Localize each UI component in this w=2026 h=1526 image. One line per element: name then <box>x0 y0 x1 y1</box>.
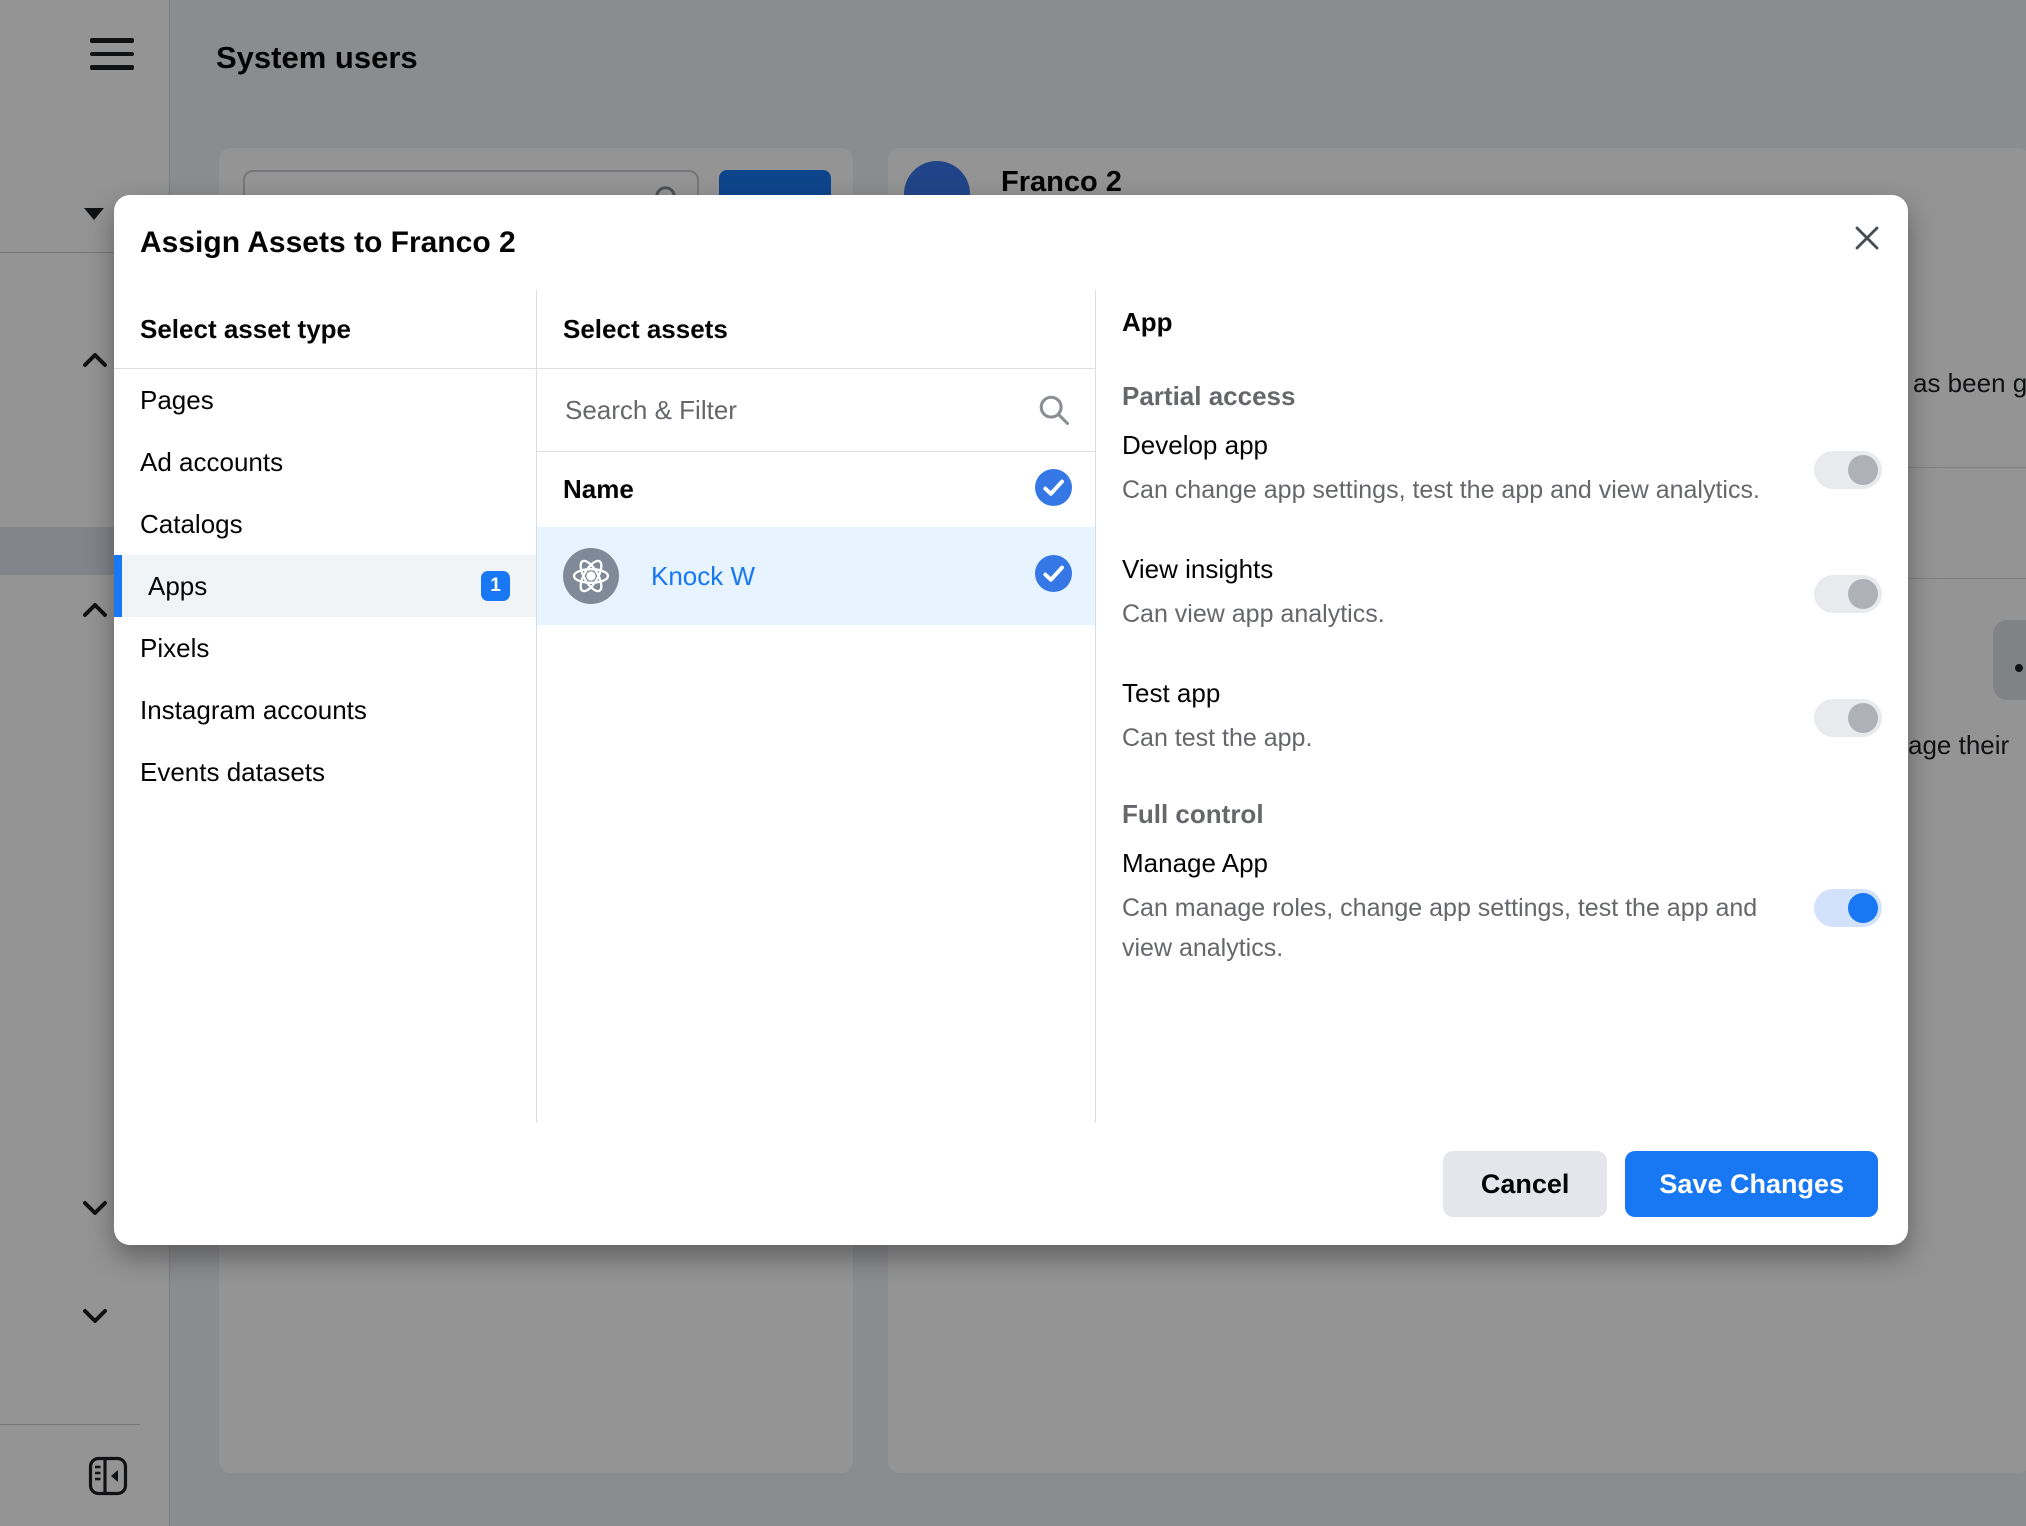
asset-type-item-events-datasets[interactable]: Events datasets <box>114 741 536 803</box>
close-icon[interactable] <box>1850 221 1884 255</box>
toggle-manage-app[interactable] <box>1814 889 1882 927</box>
assets-panel-header: Select assets <box>537 290 1095 369</box>
permission-group-title: Partial access <box>1122 378 1908 414</box>
permission-group-title: Full control <box>1122 796 1908 832</box>
cancel-button[interactable]: Cancel <box>1443 1151 1608 1217</box>
asset-type-list: Pages Ad accounts Catalogs Apps 1 Pixels Insta… <box>114 369 536 803</box>
permission-description: Can view app analytics. <box>1122 594 1794 634</box>
permission-row-manage-app: Manage App Can manage roles, change app s… <box>1122 848 1908 968</box>
save-changes-button[interactable]: Save Changes <box>1625 1151 1878 1217</box>
asset-type-label: Ad accounts <box>140 447 283 478</box>
asset-type-item-instagram-accounts[interactable]: Instagram accounts <box>114 679 536 741</box>
toggle-knob <box>1848 893 1878 923</box>
asset-row[interactable]: Knock W <box>537 527 1095 625</box>
asset-type-label: Pixels <box>140 633 209 664</box>
asset-type-item-pages[interactable]: Pages <box>114 369 536 431</box>
asset-type-item-catalogs[interactable]: Catalogs <box>114 493 536 555</box>
permissions-panel-header: App <box>1122 304 1908 340</box>
asset-type-label: Apps <box>148 571 207 602</box>
search-input[interactable] <box>563 394 1037 427</box>
toggle-view-insights[interactable] <box>1814 575 1882 613</box>
asset-list-header-row: Name <box>537 452 1095 527</box>
asset-type-label: Events datasets <box>140 757 325 788</box>
asset-type-item-ad-accounts[interactable]: Ad accounts <box>114 431 536 493</box>
permissions-panel: App Partial access Develop app Can change … <box>1096 290 1908 1123</box>
toggle-test-app[interactable] <box>1814 699 1882 737</box>
asset-type-panel: Select asset type Pages Ad accounts Catalo… <box>114 290 537 1123</box>
permission-row-test-app: Test app Can test the app. <box>1122 678 1908 758</box>
modal-header: Assign Assets to Franco 2 <box>114 195 1908 290</box>
toggle-develop-app[interactable] <box>1814 451 1882 489</box>
name-column-header: Name <box>563 474 1035 505</box>
asset-type-panel-header: Select asset type <box>114 290 536 369</box>
asset-type-label: Pages <box>140 385 214 416</box>
asset-type-item-pixels[interactable]: Pixels <box>114 617 536 679</box>
modal-title: Assign Assets to Franco 2 <box>140 226 516 260</box>
permission-label: View insights <box>1122 554 1794 585</box>
modal-footer: Cancel Save Changes <box>114 1123 1908 1245</box>
permission-label: Test app <box>1122 678 1794 709</box>
asset-type-item-apps[interactable]: Apps 1 <box>114 555 536 617</box>
selected-count-badge: 1 <box>481 571 510 601</box>
permission-description: Can change app settings, test the app an… <box>1122 470 1794 510</box>
permission-row-view-insights: View insights Can view app analytics. <box>1122 554 1908 634</box>
asset-search-row <box>537 369 1095 452</box>
toggle-knob <box>1848 455 1878 485</box>
permission-label: Manage App <box>1122 848 1794 879</box>
asset-type-label: Catalogs <box>140 509 243 540</box>
asset-type-label: Instagram accounts <box>140 695 367 726</box>
permission-description: Can manage roles, change app settings, t… <box>1122 888 1794 968</box>
select-all-checkbox[interactable] <box>1035 469 1072 511</box>
screen: System users Franco 2 as been gr age the… <box>0 0 2026 1526</box>
atom-app-icon <box>563 548 619 604</box>
permission-groups: Partial access Develop app Can change app … <box>1122 378 1908 968</box>
asset-list: Knock W <box>537 527 1095 625</box>
asset-checkbox[interactable] <box>1035 555 1072 597</box>
assign-assets-modal: Assign Assets to Franco 2 Select asset t… <box>114 195 1908 1245</box>
toggle-knob <box>1848 579 1878 609</box>
check-circle-icon <box>1035 469 1072 506</box>
asset-name: Knock W <box>651 561 1035 592</box>
assets-panel: Select assets Name <box>537 290 1096 1123</box>
permission-row-develop-app: Develop app Can change app settings, test… <box>1122 430 1908 510</box>
toggle-knob <box>1848 703 1878 733</box>
permission-description: Can test the app. <box>1122 718 1794 758</box>
check-circle-icon <box>1035 555 1072 592</box>
search-icon <box>1037 393 1071 427</box>
permission-label: Develop app <box>1122 430 1794 461</box>
modal-body: Select asset type Pages Ad accounts Catalo… <box>114 290 1908 1123</box>
